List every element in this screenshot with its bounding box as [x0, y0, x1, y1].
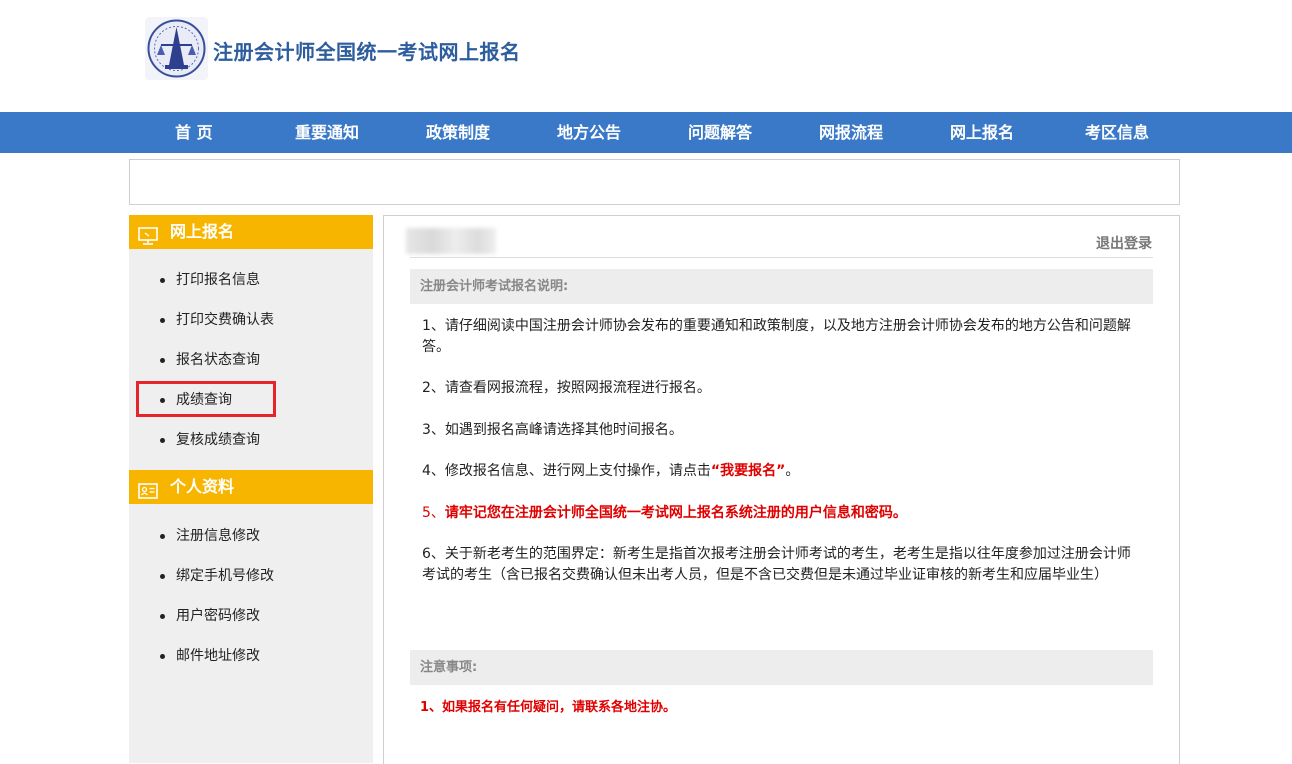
nav-exam-area-info[interactable]: 考区信息 [1085, 112, 1149, 153]
sidebar-header-label: 个人资料 [170, 477, 235, 496]
nav-faq[interactable]: 问题解答 [688, 112, 752, 153]
id-card-icon [138, 478, 158, 499]
notice-item-4-suffix: 。 [785, 463, 800, 479]
sidebar-item-print-payment-confirmation[interactable]: 打印交费确认表 [129, 305, 373, 335]
sidebar-header-personal-info: 个人资料 [129, 470, 373, 504]
main-content: 退出登录 注册会计师考试报名说明: 1、请仔细阅读中国注册会计师协会发布的重要通… [383, 215, 1180, 764]
bullet-icon [160, 438, 165, 443]
sidebar-item-edit-password[interactable]: 用户密码修改 [129, 601, 373, 631]
sidebar-item-label: 绑定手机号修改 [176, 568, 274, 584]
attention-item-1: 1、如果报名有任何疑问，请联系各地注协。 [420, 700, 677, 715]
notice-item-5: 5、请牢记您在注册会计师全国统一考试网上报名系统注册的用户信息和密码。 [422, 503, 1142, 524]
bullet-icon [160, 574, 165, 579]
sidebar-header-online-registration: 网上报名 [129, 215, 373, 249]
notice-section-header: 注册会计师考试报名说明: [410, 269, 1153, 304]
nav-policies[interactable]: 政策制度 [426, 112, 490, 153]
banner-area [129, 159, 1180, 205]
sidebar-item-score-review-query[interactable]: 复核成绩查询 [129, 425, 373, 455]
sidebar-header-label: 网上报名 [170, 222, 235, 241]
notice-item-5-number: 5、 [422, 505, 445, 521]
bullet-icon [160, 614, 165, 619]
nav-registration-process[interactable]: 网报流程 [819, 112, 883, 153]
sidebar-item-label: 复核成绩查询 [176, 432, 260, 448]
sidebar-item-label: 打印报名信息 [176, 272, 260, 288]
sidebar-item-label: 打印交费确认表 [176, 312, 274, 328]
monitor-icon [138, 223, 158, 245]
sidebar-item-edit-phone[interactable]: 绑定手机号修改 [129, 561, 373, 591]
notice-item-6: 6、关于新老考生的范围界定：新考生是指首次报考注册会计师考试的考生，老考生是指以… [422, 546, 1131, 583]
notice-item-3: 3、如遇到报名高峰请选择其他时间报名。 [422, 422, 683, 438]
sidebar-item-label: 用户密码修改 [176, 608, 260, 624]
notice-item-1: 1、请仔细阅读中国注册会计师协会发布的重要通知和政策制度，以及地方注册会计师协会… [422, 318, 1131, 355]
bullet-icon [160, 654, 165, 659]
logout-link[interactable]: 退出登录 [1096, 233, 1152, 253]
sidebar: 网上报名 打印报名信息 打印交费确认表 报名状态查询 成绩查询 复核成绩查询 个… [129, 215, 373, 763]
sidebar-item-label: 报名状态查询 [176, 352, 260, 368]
sidebar-item-edit-registration-info[interactable]: 注册信息修改 [129, 521, 373, 551]
user-name-blurred [406, 228, 496, 254]
bullet-icon [160, 278, 165, 283]
register-link[interactable]: “我要报名” [711, 463, 785, 479]
nav-home[interactable]: 首 页 [175, 112, 213, 153]
notice-item-5-text: 请牢记您在注册会计师全国统一考试网上报名系统注册的用户信息和密码。 [444, 505, 907, 521]
attention-section-title: 注意事项: [420, 660, 478, 675]
notice-section-title: 注册会计师考试报名说明: [420, 279, 569, 294]
sidebar-item-label: 邮件地址修改 [176, 648, 260, 664]
bullet-icon [160, 318, 165, 323]
notice-item-2: 2、请查看网报流程，按照网报流程进行报名。 [422, 380, 711, 396]
sidebar-item-registration-status[interactable]: 报名状态查询 [129, 345, 373, 375]
divider [410, 257, 1153, 258]
main-nav: 首 页 重要通知 政策制度 地方公告 问题解答 网报流程 网上报名 考区信息 [0, 112, 1292, 153]
notice-item-4-text: 4、修改报名信息、进行网上支付操作，请点击 [422, 463, 711, 479]
bullet-icon [160, 534, 165, 539]
site-header: 注册会计师全国统一考试网上报名 [0, 0, 1292, 112]
sidebar-item-edit-email[interactable]: 邮件地址修改 [129, 641, 373, 671]
site-title: 注册会计师全国统一考试网上报名 [213, 40, 521, 64]
notice-item-4: 4、修改报名信息、进行网上支付操作，请点击“我要报名”。 [422, 461, 1142, 482]
highlight-box [136, 381, 276, 417]
cicpa-emblem-icon[interactable] [145, 17, 208, 80]
sidebar-item-print-registration[interactable]: 打印报名信息 [129, 265, 373, 295]
nav-local-announcements[interactable]: 地方公告 [557, 112, 621, 153]
nav-online-registration[interactable]: 网上报名 [950, 112, 1014, 153]
bullet-icon [160, 358, 165, 363]
sidebar-item-label: 注册信息修改 [176, 528, 260, 544]
nav-important-notices[interactable]: 重要通知 [295, 112, 359, 153]
attention-section-header: 注意事项: [410, 650, 1153, 685]
